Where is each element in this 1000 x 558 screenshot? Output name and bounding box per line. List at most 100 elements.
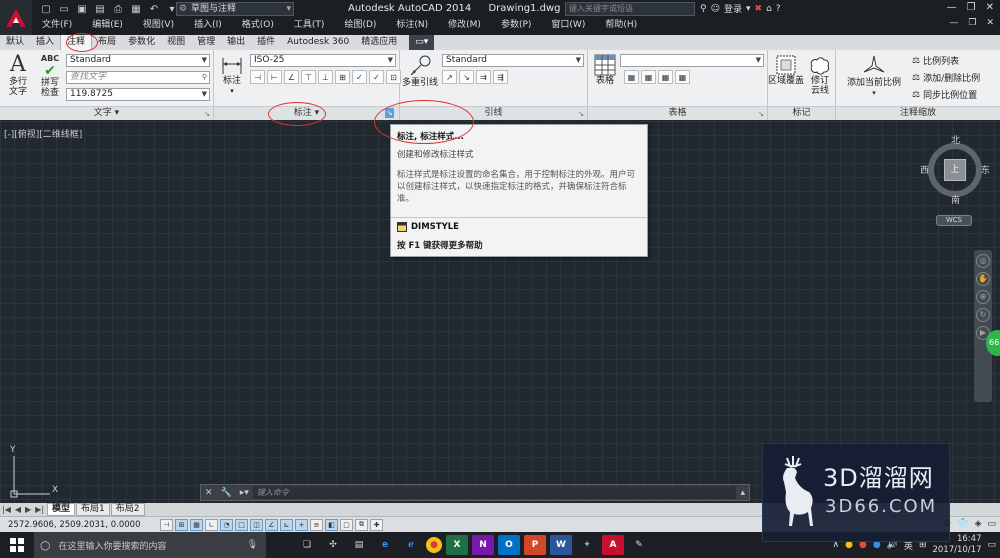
- upload-source-icon[interactable]: ▦: [675, 70, 690, 84]
- recent-commands-icon[interactable]: ▸▾: [236, 488, 253, 498]
- last-tab-icon[interactable]: ▶|: [33, 505, 46, 514]
- restore-button[interactable]: ❐: [967, 2, 976, 13]
- dim-reassociate-icon[interactable]: ⊡: [386, 70, 401, 84]
- layout-tab-0[interactable]: 模型: [47, 503, 76, 516]
- leader-panel-launcher-icon[interactable]: ↘: [578, 108, 584, 121]
- doc-restore-button[interactable]: ❐: [968, 18, 976, 28]
- toolbar-lock-icon[interactable]: 👕: [957, 519, 968, 529]
- sign-in-link[interactable]: 登录: [724, 2, 742, 15]
- lineweight-icon[interactable]: ≡: [310, 518, 323, 531]
- grid-display-icon[interactable]: ▦: [190, 518, 203, 531]
- ribbon-tab-5[interactable]: 视图: [161, 35, 191, 50]
- plot-icon[interactable]: ▦: [128, 2, 144, 16]
- ribbon-tab-0[interactable]: 默认: [0, 35, 30, 50]
- word-icon[interactable]: W: [550, 535, 572, 555]
- collect-leader-icon[interactable]: ⇶: [493, 70, 508, 84]
- command-input[interactable]: 键入命令: [252, 486, 737, 499]
- dim-baseline-icon[interactable]: ⊥: [318, 70, 333, 84]
- quick-properties-icon[interactable]: ▢: [340, 518, 353, 531]
- text-panel-title[interactable]: 文字 ▾ ↘: [0, 106, 213, 120]
- dynamic-input-icon[interactable]: +: [295, 518, 308, 531]
- notification-icon[interactable]: ▭: [987, 540, 996, 550]
- ie-icon[interactable]: ℯ: [400, 535, 422, 555]
- leader-style-select[interactable]: Standard ▼: [442, 54, 584, 67]
- chevron-down-icon[interactable]: ▾: [746, 4, 751, 14]
- autocad-logo-icon[interactable]: [0, 0, 32, 35]
- annotation-monitor-icon[interactable]: ✚: [370, 518, 383, 531]
- ribbon-tab-6[interactable]: 管理: [191, 35, 221, 50]
- viewcube-top-face[interactable]: 上: [944, 159, 966, 181]
- taskbar-search-box[interactable]: ○ 在这里输入你要搜索的内容 🎙: [34, 532, 266, 558]
- ribbon-tab-3[interactable]: 布局: [92, 35, 122, 50]
- dim-break-icon[interactable]: ⊣: [250, 70, 265, 84]
- dimension-panel-title[interactable]: 标注 ▾ ↘: [214, 106, 399, 120]
- table-panel-title[interactable]: 表格 ↘: [588, 106, 767, 120]
- add-current-scale-button[interactable]: 添加当前比例 ▾: [844, 54, 904, 98]
- next-tab-icon[interactable]: ▶: [23, 505, 33, 514]
- undo-icon[interactable]: ↶: [146, 2, 162, 16]
- remove-leader-icon[interactable]: ↘: [459, 70, 474, 84]
- microphone-icon[interactable]: 🎙: [247, 540, 258, 550]
- onenote-icon[interactable]: N: [472, 535, 494, 555]
- first-tab-icon[interactable]: |◀: [0, 505, 13, 514]
- scale-list-button[interactable]: ⚖ 比例列表: [912, 54, 959, 68]
- text-height-select[interactable]: 119.8725 ▼: [66, 88, 210, 101]
- menu-item-11[interactable]: 帮助(H): [595, 18, 647, 32]
- dimension-button[interactable]: 标注 ▾: [218, 54, 246, 96]
- sync-scale-button[interactable]: ⚖ 同步比例位置: [912, 88, 977, 102]
- add-leader-icon[interactable]: ↗: [442, 70, 457, 84]
- extract-data-icon[interactable]: ▦: [624, 70, 639, 84]
- polar-tracking-icon[interactable]: ◔: [220, 518, 233, 531]
- ortho-mode-icon[interactable]: ∟: [205, 518, 218, 531]
- annotation-scaling-panel-title[interactable]: 注释缩放: [836, 106, 1000, 120]
- transparency-icon[interactable]: ◧: [325, 518, 338, 531]
- ribbon-tab-4[interactable]: 参数化: [122, 35, 161, 50]
- steering-wheel-icon[interactable]: ◎: [976, 254, 990, 268]
- dimension-panel-launcher-icon[interactable]: ↘: [385, 108, 394, 118]
- compass-south[interactable]: 南: [951, 193, 960, 206]
- text-style-select[interactable]: Standard ▼: [66, 54, 210, 67]
- new-file-icon[interactable]: ▢: [38, 2, 54, 16]
- menu-item-7[interactable]: 标注(N): [386, 18, 438, 32]
- ribbon-tab-2[interactable]: 注释: [60, 35, 93, 50]
- wipeout-button[interactable]: 区域覆盖: [768, 54, 804, 86]
- doc-close-button[interactable]: ✕: [986, 18, 994, 28]
- excel-icon[interactable]: X: [446, 535, 468, 555]
- dim-update-icon[interactable]: ✓: [369, 70, 384, 84]
- workspace-select[interactable]: ⚙ 草图与注释 ▾: [176, 2, 294, 16]
- menu-item-0[interactable]: 文件(F): [32, 18, 82, 32]
- text-panel-launcher-icon[interactable]: ↘: [204, 108, 210, 121]
- compass-north[interactable]: 北: [951, 133, 960, 146]
- chrome-icon[interactable]: ●: [426, 537, 442, 553]
- pan-icon[interactable]: ✋: [976, 272, 990, 286]
- store-icon[interactable]: ▤: [348, 535, 370, 555]
- layout-tab-1[interactable]: 布局1: [76, 503, 110, 516]
- dim-adjust-icon[interactable]: ⊢: [267, 70, 282, 84]
- table-panel-launcher-icon[interactable]: ↘: [758, 108, 764, 121]
- menu-item-2[interactable]: 视图(V): [133, 18, 184, 32]
- dim-space-icon[interactable]: ⊞: [335, 70, 350, 84]
- allow-ucs-icon[interactable]: ⊾: [280, 518, 293, 531]
- isolate-objects-icon[interactable]: ◈: [975, 519, 982, 529]
- snap-mode-icon[interactable]: ⊞: [175, 518, 188, 531]
- menu-item-8[interactable]: 修改(M): [438, 18, 491, 32]
- minimize-button[interactable]: —: [947, 2, 957, 13]
- clean-screen-icon[interactable]: ▭: [987, 519, 996, 529]
- dim-style-select[interactable]: ISO-25 ▼: [250, 54, 396, 67]
- dim-inspect-icon[interactable]: ✓: [352, 70, 367, 84]
- compass-east[interactable]: 东: [981, 163, 990, 176]
- ribbon-tab-7[interactable]: 输出: [221, 35, 251, 50]
- autocad-task-icon[interactable]: A: [602, 535, 624, 555]
- find-text-input[interactable]: 查找文字 ⚲: [66, 71, 210, 84]
- menu-item-1[interactable]: 编辑(E): [82, 18, 133, 32]
- task-view-icon[interactable]: ❏: [296, 535, 318, 555]
- close-icon[interactable]: ✕: [201, 488, 217, 498]
- orbit-icon[interactable]: ↻: [976, 308, 990, 322]
- menu-item-10[interactable]: 窗口(W): [541, 18, 595, 32]
- selection-cycling-icon[interactable]: ⧉: [355, 518, 368, 531]
- table-button[interactable]: 表格: [591, 54, 619, 86]
- print-icon[interactable]: ⎙: [110, 2, 126, 16]
- multileader-button[interactable]: 多重引线: [402, 54, 438, 88]
- dim-angle-icon[interactable]: ∠: [284, 70, 299, 84]
- object-snap-icon[interactable]: □: [235, 518, 248, 531]
